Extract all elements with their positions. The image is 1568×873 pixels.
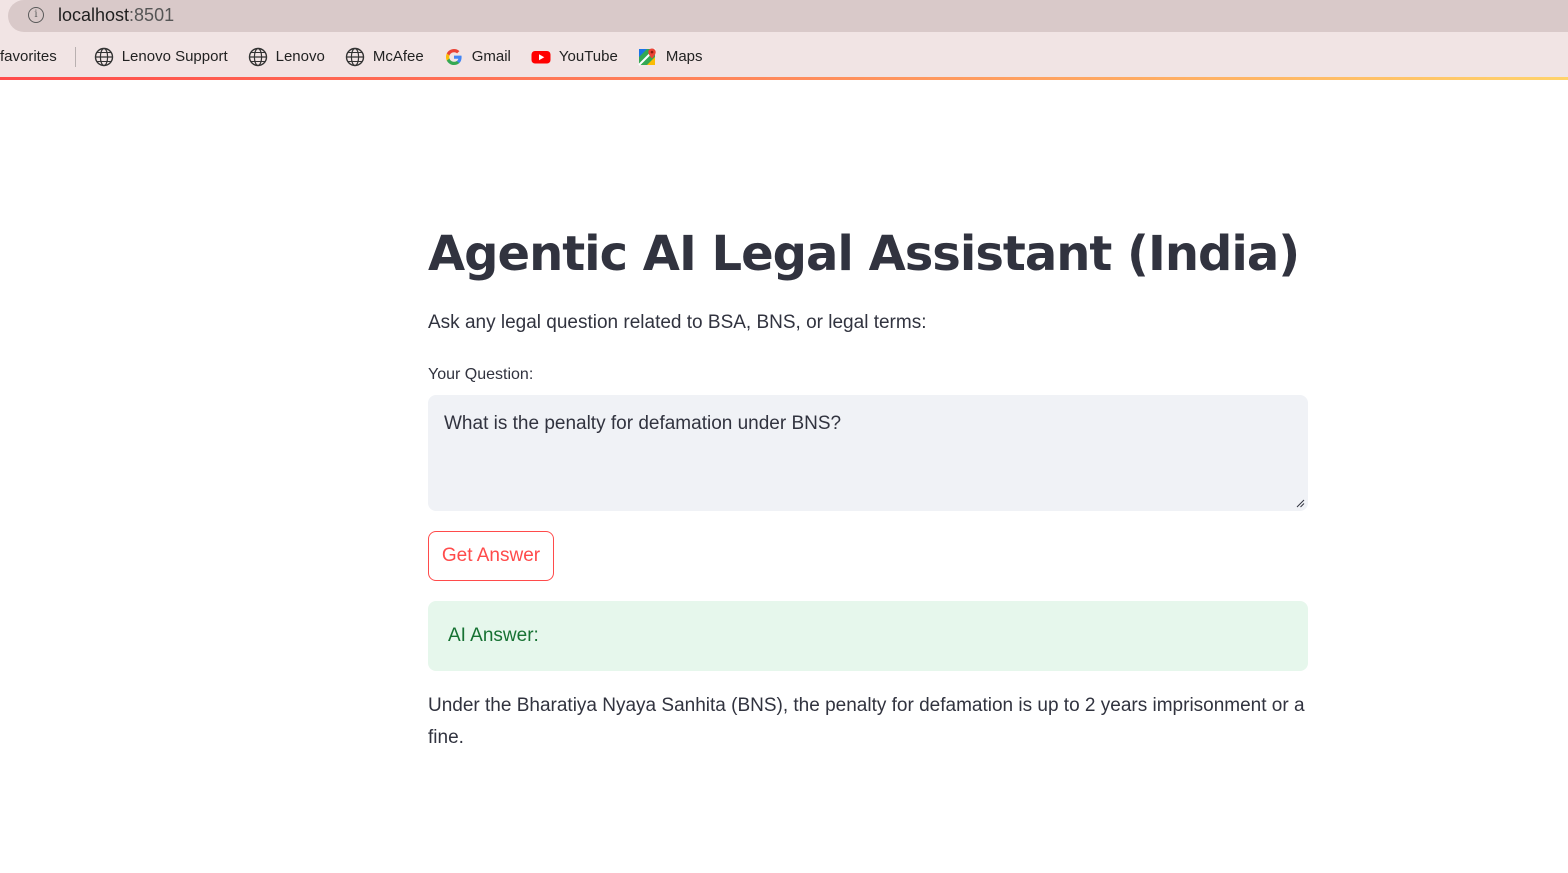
maps-icon: [638, 47, 656, 66]
bookmark-youtube[interactable]: YouTube: [531, 47, 618, 67]
bookmark-label: Lenovo Support: [121, 48, 228, 65]
bookmark-label: YouTube: [558, 48, 618, 65]
app-header-decoration: [0, 77, 1568, 80]
url-host: localhost: [58, 5, 130, 25]
question-value: What is the penalty for defamation under…: [444, 413, 842, 434]
bookmark-maps[interactable]: Maps: [638, 47, 703, 67]
bookmarks-separator: [74, 46, 76, 67]
bookmark-mcafee[interactable]: McAfee: [345, 47, 424, 67]
bookmark-label: Maps: [665, 48, 703, 65]
resize-handle-icon[interactable]: [1295, 498, 1305, 508]
bookmark-favorites[interactable]: favorites: [0, 48, 57, 65]
answer-success-banner: AI Answer:: [428, 601, 1308, 671]
bookmark-label: Lenovo: [275, 48, 325, 65]
youtube-icon: [531, 50, 551, 63]
bookmark-gmail[interactable]: Gmail: [444, 47, 511, 67]
answer-heading: AI Answer:: [448, 625, 539, 646]
browser-address-row: i localhost:8501: [0, 0, 1568, 36]
bookmark-lenovo[interactable]: Lenovo: [248, 47, 325, 67]
page-title: Agentic AI Legal Assistant (India): [428, 226, 1300, 282]
bookmark-lenovo-support[interactable]: Lenovo Support: [94, 47, 228, 67]
question-label: Your Question:: [428, 366, 534, 383]
url-text[interactable]: localhost:8501: [58, 5, 174, 25]
page-subtitle: Ask any legal question related to BSA, B…: [428, 312, 927, 333]
bookmark-label: Gmail: [471, 48, 511, 65]
bookmarks-bar: favorites Lenovo Support Lenovo McAfee G…: [0, 36, 1568, 77]
answer-text: Under the Bharatiya Nyaya Sanhita (BNS),…: [428, 695, 1305, 748]
get-answer-button[interactable]: Get Answer: [428, 531, 554, 581]
question-textarea[interactable]: What is the penalty for defamation under…: [428, 395, 1308, 511]
site-info-icon[interactable]: i: [28, 7, 44, 23]
url-port: :8501: [129, 5, 175, 25]
globe-icon: [345, 47, 365, 66]
google-icon: [445, 48, 462, 65]
bookmark-label: McAfee: [372, 48, 424, 65]
globe-icon: [94, 47, 113, 66]
address-bar[interactable]: i localhost:8501: [8, 0, 1568, 32]
globe-icon: [248, 47, 267, 66]
